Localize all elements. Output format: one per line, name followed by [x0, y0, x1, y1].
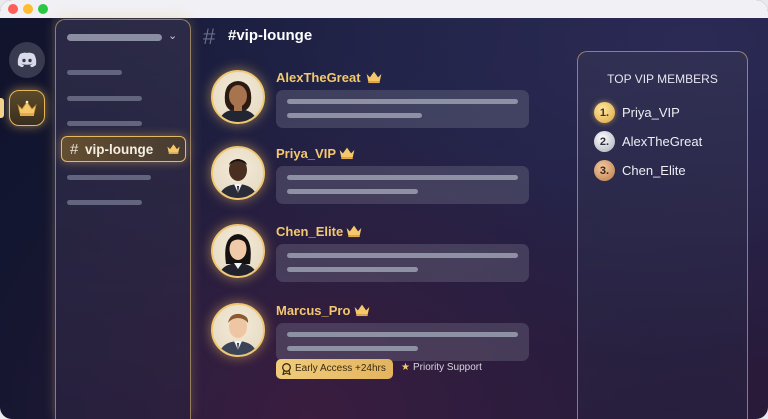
title-bar	[0, 0, 768, 18]
vip-rank-item[interactable]: 3. Chen_Elite	[594, 160, 744, 182]
message-line-placeholder	[287, 175, 518, 180]
server-name-placeholder[interactable]	[67, 34, 162, 41]
zoom-window-button[interactable]	[38, 4, 48, 14]
crown-icon	[339, 147, 355, 160]
message-bubble	[276, 90, 529, 128]
crown-icon	[366, 71, 382, 84]
username[interactable]: Chen_Elite	[276, 224, 343, 239]
channel-placeholder[interactable]	[67, 175, 151, 180]
channel-hash-icon: #	[203, 24, 216, 49]
bronze-medal-icon: 3.	[594, 160, 615, 181]
username[interactable]: Marcus_Pro	[276, 303, 350, 318]
discord-logo-icon	[17, 52, 37, 68]
avatar[interactable]	[211, 303, 265, 357]
vip-member-name: Chen_Elite	[622, 163, 686, 178]
message-line-placeholder	[287, 267, 418, 272]
message-line-placeholder	[287, 189, 418, 194]
server-discord-home[interactable]	[9, 42, 45, 78]
channel-placeholder[interactable]	[67, 200, 142, 205]
priority-support-label: Priority Support	[412, 362, 482, 373]
message-bubble	[276, 323, 529, 361]
username[interactable]: Priya_VIP	[276, 146, 336, 161]
channel-title: #vip-lounge	[228, 27, 313, 44]
silver-medal-icon: 2.	[594, 131, 615, 152]
chevron-down-icon[interactable]: ⌄	[168, 29, 177, 42]
gold-medal-icon: 1.	[594, 102, 615, 123]
active-server-indicator	[0, 98, 4, 118]
crown-icon	[167, 144, 180, 154]
early-access-badge: Early Access +24hrs	[276, 359, 393, 379]
priority-support-badge: ★ Priority Support	[401, 362, 482, 373]
message-line-placeholder	[287, 113, 422, 118]
message-line-placeholder	[287, 99, 518, 104]
message-line-placeholder	[287, 346, 418, 351]
minimize-window-button[interactable]	[23, 4, 33, 14]
avatar[interactable]	[211, 224, 265, 278]
man-suit-avatar-icon	[219, 159, 257, 198]
channel-placeholder[interactable]	[67, 96, 142, 101]
server-rail	[0, 18, 52, 419]
message-item: AlexTheGreat	[211, 70, 541, 140]
message-line-placeholder	[287, 332, 518, 337]
message-item: Priya_VIP	[211, 146, 541, 216]
vip-member-name: Priya_VIP	[622, 105, 680, 120]
message-bubble	[276, 244, 529, 282]
award-ribbon-icon	[282, 363, 291, 375]
crown-icon	[17, 100, 37, 116]
channel-placeholder[interactable]	[67, 70, 122, 75]
username[interactable]: AlexTheGreat	[276, 70, 361, 85]
close-window-button[interactable]	[8, 4, 18, 14]
top-vip-panel: TOP VIP MEMBERS 1. Priya_VIP 2. AlexTheG…	[577, 51, 748, 419]
crown-icon	[354, 304, 370, 317]
early-access-label: Early Access +24hrs	[295, 363, 386, 374]
hash-icon: #	[70, 141, 79, 158]
channel-item-vip-lounge[interactable]: # vip-lounge	[61, 136, 186, 162]
avatar[interactable]	[211, 146, 265, 200]
avatar[interactable]	[211, 70, 265, 124]
vip-rank-item[interactable]: 2. AlexTheGreat	[594, 131, 744, 153]
app-window: ⌄ # vip-lounge # #vip-lounge AlexTheGrea…	[0, 0, 768, 419]
channel-placeholder[interactable]	[67, 121, 142, 126]
channel-sidebar: ⌄ # vip-lounge	[55, 19, 191, 419]
channel-label: vip-lounge	[85, 142, 154, 157]
message-item: Chen_Elite	[211, 224, 541, 294]
star-icon: ★	[401, 362, 410, 373]
vip-member-name: AlexTheGreat	[622, 134, 703, 149]
man-suit-avatar-icon	[219, 313, 257, 355]
message-line-placeholder	[287, 253, 518, 258]
crown-icon	[346, 225, 362, 238]
woman-avatar-icon	[219, 234, 257, 276]
server-vip[interactable]	[9, 90, 45, 126]
woman-avatar-icon	[219, 81, 257, 122]
vip-rank-item[interactable]: 1. Priya_VIP	[594, 102, 744, 124]
message-bubble	[276, 166, 529, 204]
top-vip-title: TOP VIP MEMBERS	[607, 72, 718, 86]
